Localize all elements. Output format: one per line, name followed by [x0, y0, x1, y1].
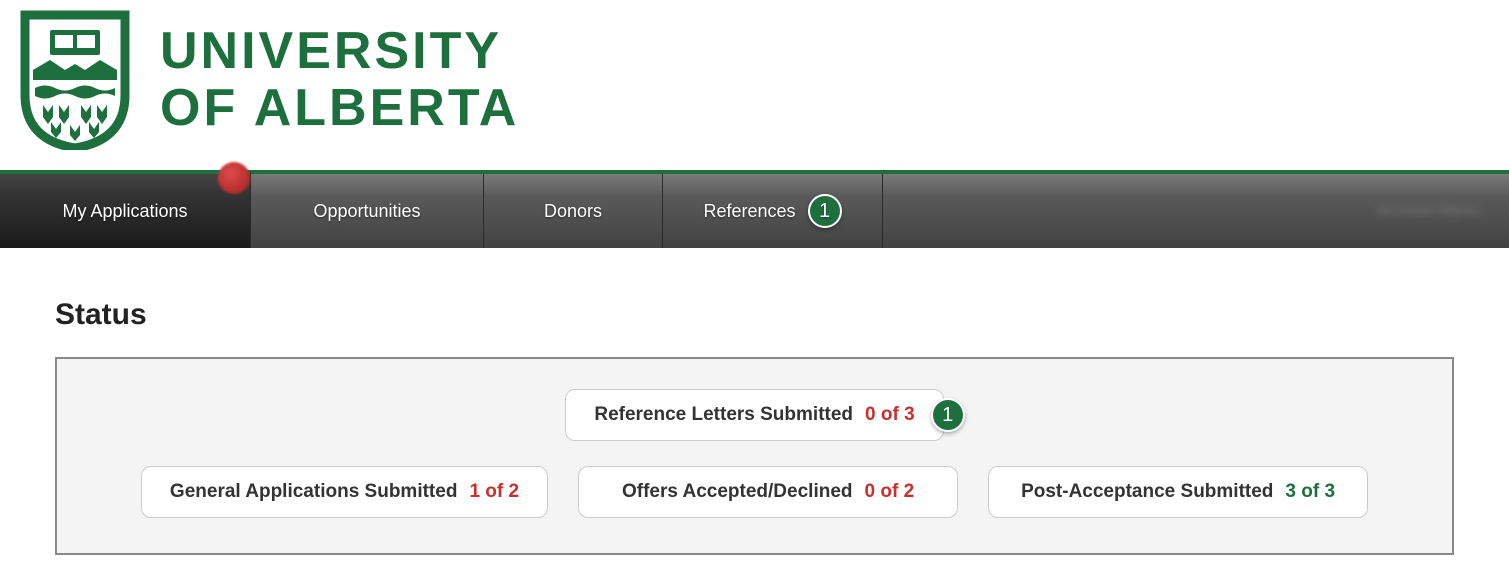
status-label: General Applications Submitted — [170, 481, 458, 503]
references-count-badge: 1 — [808, 194, 842, 228]
status-value: 0 of 3 — [865, 404, 915, 426]
notification-dot-icon — [218, 162, 250, 194]
brand-line-1: UNIVERSITY — [160, 24, 519, 79]
nav-label: References — [703, 201, 795, 222]
status-value: 3 of 3 — [1285, 481, 1335, 503]
nav-label: My Applications — [62, 201, 187, 222]
status-label: Offers Accepted/Declined — [622, 481, 853, 503]
status-offers[interactable]: Offers Accepted/Declined 0 of 2 — [578, 466, 958, 518]
nav-references[interactable]: References 1 — [663, 174, 883, 248]
status-label: Reference Letters Submitted — [594, 404, 853, 426]
status-general-applications[interactable]: General Applications Submitted 1 of 2 — [141, 466, 548, 518]
status-label: Post-Acceptance Submitted — [1021, 481, 1273, 503]
status-post-acceptance[interactable]: Post-Acceptance Submitted 3 of 3 — [988, 466, 1368, 518]
status-callout-badge: 1 — [931, 398, 965, 432]
status-box: Reference Letters Submitted 0 of 3 1 Gen… — [55, 357, 1454, 555]
content: Status Reference Letters Submitted 0 of … — [0, 248, 1509, 575]
nav-opportunities[interactable]: Opportunities — [251, 174, 484, 248]
nav-label: Donors — [544, 201, 602, 222]
nav-label: Opportunities — [313, 201, 420, 222]
account-menu[interactable]: Account Menu — [1377, 174, 1509, 248]
university-name: UNIVERSITY OF ALBERTA — [160, 24, 519, 135]
nav-my-applications[interactable]: My Applications — [0, 170, 251, 248]
main-nav: My Applications Opportunities Donors Ref… — [0, 170, 1509, 248]
status-value: 1 of 2 — [469, 481, 519, 503]
header: UNIVERSITY OF ALBERTA — [0, 0, 1509, 170]
status-value: 0 of 2 — [865, 481, 915, 503]
university-shield-logo — [15, 10, 135, 150]
account-menu-label: Account Menu — [1377, 202, 1479, 220]
status-row-bottom: General Applications Submitted 1 of 2 Of… — [77, 466, 1432, 518]
brand-line-2: OF ALBERTA — [160, 81, 519, 136]
nav-donors[interactable]: Donors — [484, 174, 663, 248]
status-reference-letters[interactable]: Reference Letters Submitted 0 of 3 1 — [565, 389, 943, 441]
status-heading: Status — [55, 298, 1454, 332]
status-row-top: Reference Letters Submitted 0 of 3 1 — [77, 389, 1432, 441]
